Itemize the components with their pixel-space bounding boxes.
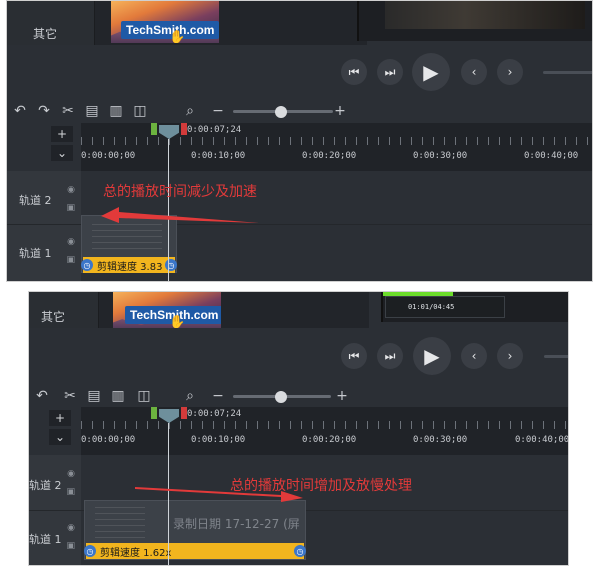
screenshot-panel-2: 其它 TechSmith.com ✋ 01:01/04:45 ⏮ ⏭ ▶ ‹ ›… — [28, 291, 569, 566]
annotation-arrow — [101, 207, 259, 223]
annotation-arrow — [135, 487, 303, 502]
screenshot-panel-1: 其它 TechSmith.com ✋ ⏮ ⏭ ▶ ‹ › ↶ ↷ ✂ ▤ ▥ ◫… — [6, 0, 593, 282]
